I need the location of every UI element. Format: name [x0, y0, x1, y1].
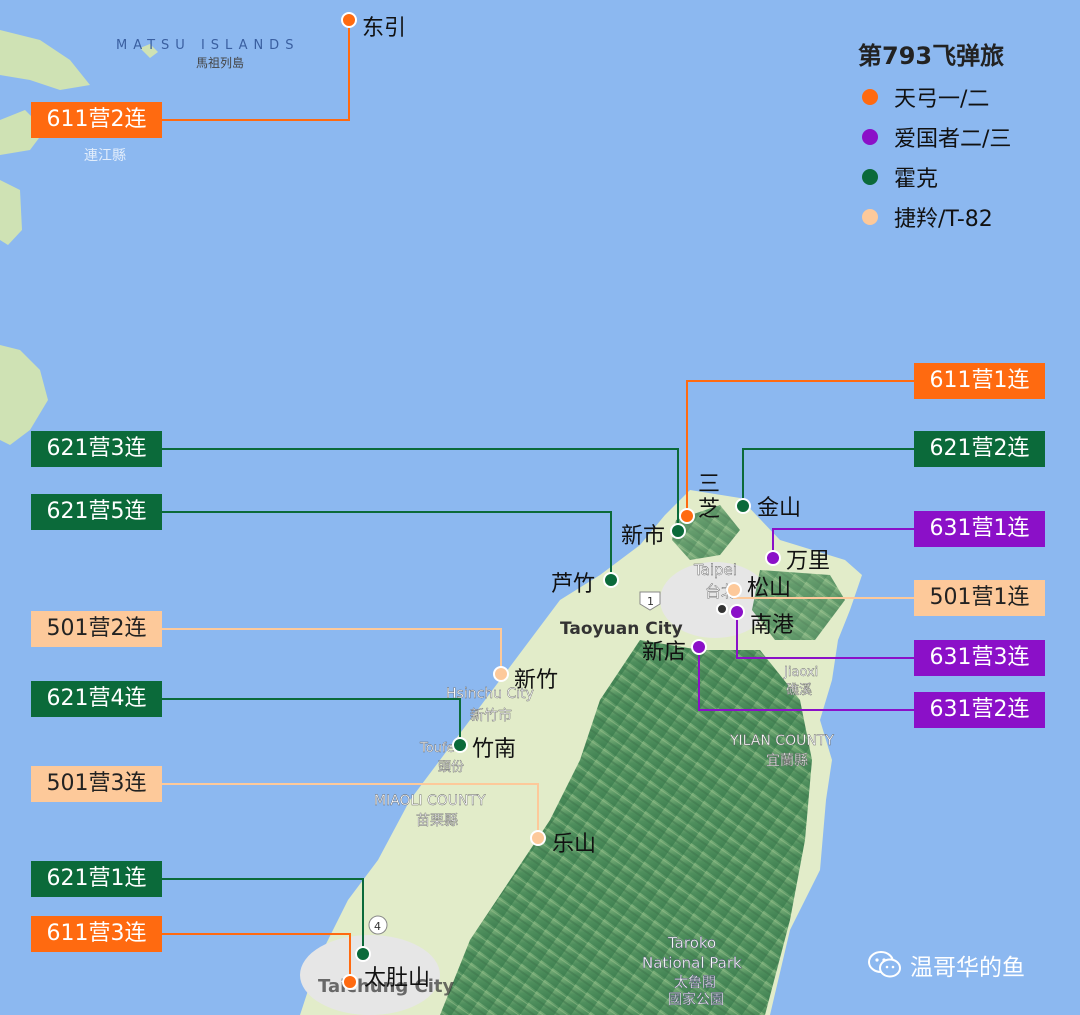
site-label-leshan: 乐山 [552, 832, 597, 857]
jiaoxi-label-en: Jiaoxi [783, 665, 818, 680]
taipei-city-marker [716, 603, 728, 615]
lienchiang-label: 連江縣 [84, 148, 126, 164]
legend-label: 爱国者二/三 [894, 127, 1012, 152]
unit-tag-501-3: 501营3连 [31, 766, 162, 802]
legend-label: 霍克 [894, 167, 939, 192]
taipei-label-en: Taipei [693, 561, 737, 579]
road-marker-4: 4 [368, 915, 388, 935]
unit-tag-621-1: 621营1连 [31, 861, 162, 897]
site-label-xindian: 新店 [642, 640, 687, 665]
legend-dot-peach [862, 209, 878, 225]
yilan-label-zh: 宜蘭縣 [766, 753, 808, 769]
site-label-jinshan: 金山 [757, 496, 802, 521]
miaoli-label-en: MIAOLI COUNTY [374, 793, 486, 809]
legend: 第793飞弹旅 天弓一/二 爱国者二/三 霍克 捷羚/T-82 [858, 36, 1058, 237]
yilan-label-en: YILAN COUNTY [729, 733, 834, 749]
unit-tag-621-4: 621营4连 [31, 681, 162, 717]
legend-item-antelope: 捷羚/T-82 [858, 197, 1058, 237]
legend-label: 天弓一/二 [894, 87, 990, 112]
miaoli-label-zh: 苗栗縣 [416, 813, 458, 829]
site-dot-zhunan [452, 737, 468, 753]
svg-text:1: 1 [647, 595, 654, 608]
legend-dot-purple [862, 129, 878, 145]
site-dot-taidushan-hawk [355, 946, 371, 962]
unit-tag-611-1: 611营1连 [914, 363, 1045, 399]
site-dot-taidushan-tk [342, 974, 358, 990]
site-dot-wanli [765, 550, 781, 566]
taroko-label-en1: Taroko [667, 934, 716, 952]
unit-tag-611-3: 611营3连 [31, 916, 162, 952]
unit-tag-501-1: 501营1连 [914, 580, 1045, 616]
legend-item-patriot: 爱国者二/三 [858, 117, 1058, 157]
site-dot-xinshi [670, 523, 686, 539]
site-dot-xinzhu [493, 666, 509, 682]
taroko-label-en2: National Park [642, 954, 742, 972]
watermark-text: 温哥华的鱼 [910, 955, 1025, 981]
site-dot-nangang [729, 604, 745, 620]
legend-label: 捷羚/T-82 [894, 207, 993, 232]
site-label-taidushan: 太肚山 [364, 966, 431, 991]
unit-tag-631-3: 631营3连 [914, 640, 1045, 676]
unit-tag-631-1: 631营1连 [914, 511, 1045, 547]
site-label-wanli: 万里 [786, 549, 831, 574]
site-label-dongyin: 东引 [362, 16, 407, 41]
site-dot-luzhu [603, 572, 619, 588]
taroko-label-zh1: 太魯閣 [674, 975, 716, 991]
matsu-label-en: MATSU ISLANDS [116, 38, 299, 53]
unit-tag-621-5: 621营5连 [31, 494, 162, 530]
unit-tag-611-2: 611营2连 [31, 102, 162, 138]
svg-text:4: 4 [374, 920, 381, 933]
legend-dot-orange [862, 89, 878, 105]
jiaoxi-label-zh: 礁溪 [786, 682, 812, 698]
site-dot-jinshan [735, 498, 751, 514]
hsinchu-label-zh: 新竹市 [470, 707, 512, 724]
site-label-luzhu: 芦竹 [551, 572, 596, 597]
site-dot-songshan [726, 582, 742, 598]
site-label-sanzhi: 三芝 [698, 472, 721, 522]
site-dot-sanzhi [679, 508, 695, 524]
map-stage: MATSU ISLANDS 馬祖列島 連江縣 Taipei 台北 Taoyuan… [0, 0, 1080, 1015]
site-label-xinshi: 新市 [621, 524, 666, 549]
site-label-zhunan: 竹南 [472, 737, 517, 762]
toufen-label-en: Toufe [419, 741, 455, 756]
unit-tag-501-2: 501营2连 [31, 611, 162, 647]
legend-title: 第793飞弹旅 [858, 42, 1005, 70]
wechat-icon [868, 951, 901, 978]
matsu-label-zh: 馬祖列島 [196, 55, 244, 70]
legend-item-hawk: 霍克 [858, 157, 1058, 197]
unit-tag-621-3: 621营3连 [31, 431, 162, 467]
site-dot-xindian [691, 639, 707, 655]
legend-dot-green [862, 169, 878, 185]
legend-item-tiangong: 天弓一/二 [858, 77, 1058, 117]
site-dot-leshan [530, 830, 546, 846]
taroko-label-zh2: 國家公園 [668, 991, 724, 1008]
site-label-xinzhu: 新竹 [514, 668, 559, 693]
site-dot-dongyin [341, 12, 357, 28]
watermark: 温哥华的鱼 [868, 948, 1025, 982]
unit-tag-621-2: 621营2连 [914, 431, 1045, 467]
site-label-songshan: 松山 [747, 576, 792, 601]
unit-tag-631-2: 631营2连 [914, 692, 1045, 728]
site-label-nangang: 南港 [750, 613, 795, 638]
toufen-label-zh: 頭份 [438, 760, 464, 775]
